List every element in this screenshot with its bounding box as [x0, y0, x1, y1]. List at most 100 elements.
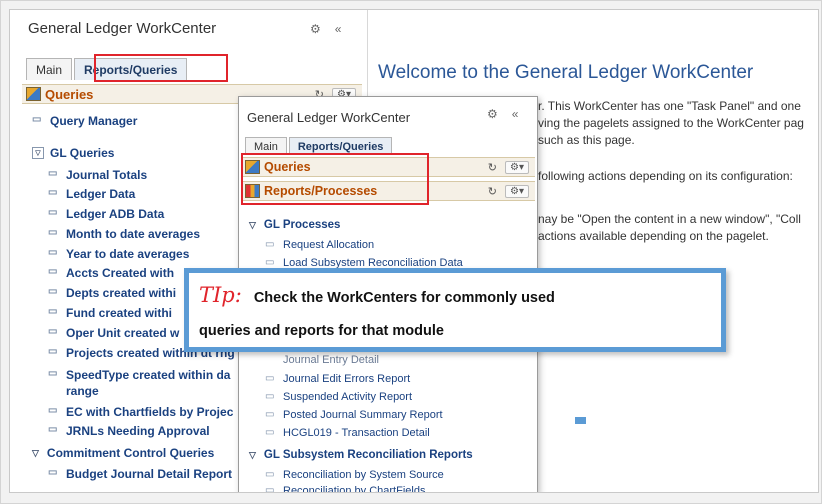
list-item[interactable]: ▭ Ledger Data [48, 187, 135, 201]
list-item[interactable]: ▭ EC with Chartfields by Projec [48, 405, 233, 419]
link-icon: ▭ [48, 346, 58, 357]
link-icon: ▭ [48, 326, 58, 337]
list-item[interactable]: ▭ Journal Totals [48, 168, 147, 182]
link-icon: ▭ [265, 391, 275, 402]
welcome-text: nay be "Open the content in a new window… [538, 212, 801, 226]
tip-line-2: queries and reports for that module [199, 323, 444, 339]
section-controls: ↻ ⚙▾ [488, 184, 535, 198]
gear-icon[interactable]: ⚙ [310, 22, 321, 36]
item-label: Reconciliation by System Source [283, 469, 444, 481]
double-chevron-left-icon[interactable]: « [512, 107, 519, 121]
link-icon: ▭ [48, 306, 58, 317]
item-label: EC with Chartfields by Projec [66, 405, 234, 419]
panel-title: General Ledger WorkCenter [28, 20, 217, 37]
tip-label: TIp: [199, 283, 242, 307]
link-icon: ▭ [48, 187, 58, 198]
list-item[interactable]: ▭ Depts created withi [48, 286, 176, 300]
tip-text: Check the WorkCenters for commonly used [253, 290, 555, 306]
welcome-text: ving the pagelets assigned to the WorkCe… [538, 116, 804, 130]
item-label: Year to date averages [66, 247, 190, 261]
item-label: Budget Journal Detail Report [66, 467, 233, 481]
link-icon: ▭ [48, 227, 58, 238]
link-icon: ▭ [48, 405, 58, 416]
welcome-text: following actions depending on its confi… [538, 169, 793, 183]
item-label: Accts Created with [66, 266, 175, 280]
list-item[interactable]: ▭ Query Manager [32, 114, 137, 128]
list-item[interactable]: ▭ Accts Created with [48, 266, 174, 280]
item-label: SpeedType created within da [66, 368, 231, 382]
item-label: Depts created withi [66, 286, 177, 300]
double-chevron-left-icon[interactable]: « [335, 22, 342, 36]
tip-line-1: TIp: Check the WorkCenters for commonly … [199, 283, 555, 307]
item-label: Fund created withi [66, 306, 173, 320]
group-label: GL Subsystem Reconciliation Reports [263, 449, 473, 461]
list-item[interactable]: ▭ Journal Edit Errors Report [265, 373, 410, 385]
item-label: Suspended Activity Report [283, 391, 413, 403]
link-icon: ▭ [265, 373, 275, 384]
link-icon: ▭ [265, 409, 275, 420]
group-label: GL Processes [263, 219, 341, 231]
collapse-toggle-icon[interactable]: ▽ [32, 147, 44, 159]
link-icon: ▭ [265, 239, 275, 250]
link-icon: ▭ [48, 168, 58, 179]
item-label: range [66, 384, 99, 398]
list-item[interactable]: ▭ Year to date averages [48, 247, 189, 261]
link-icon: ▭ [48, 266, 58, 277]
item-label: Posted Journal Summary Report [283, 409, 443, 421]
highlight-box-tab [94, 54, 228, 82]
list-item[interactable]: ▭ Oper Unit created w [48, 326, 179, 340]
link-icon: ▭ [265, 469, 275, 480]
tip-callout: TIp: Check the WorkCenters for commonly … [184, 268, 726, 352]
group-gl-processes[interactable]: ▽ GL Processes [249, 219, 340, 231]
list-item[interactable]: ▭ Month to date averages [48, 227, 200, 241]
gear-icon[interactable]: ⚙▾ [505, 184, 529, 198]
link-icon: ▭ [48, 467, 58, 478]
welcome-text: r. This WorkCenter has one "Task Panel" … [538, 99, 801, 113]
item-label: Request Allocation [283, 239, 375, 251]
item-label: Month to date averages [66, 227, 201, 241]
group-label: GL Queries [50, 146, 115, 160]
link-icon: ▭ [48, 424, 58, 435]
section-controls: ↻ ⚙▾ [488, 160, 535, 174]
highlight-box-sections [241, 153, 429, 205]
link-icon: ▭ [48, 247, 58, 258]
collapse-toggle-icon[interactable]: ▽ [249, 220, 256, 231]
list-item-continued[interactable]: range [66, 384, 99, 398]
list-item[interactable]: ▭ Reconciliation by ChartFields [265, 485, 425, 492]
item-label: Journal Edit Errors Report [283, 373, 411, 385]
list-item[interactable]: ▭ Request Allocation [265, 239, 374, 251]
welcome-text: such as this page. [538, 133, 635, 147]
collapse-toggle-icon[interactable]: ▽ [249, 450, 256, 461]
item-label: Ledger Data [66, 187, 136, 201]
list-item[interactable]: ▭ Suspended Activity Report [265, 391, 412, 403]
gear-icon[interactable]: ⚙▾ [505, 160, 529, 174]
group-gl-queries[interactable]: ▽ GL Queries [32, 146, 114, 160]
welcome-title: Welcome to the General Ledger WorkCenter [378, 62, 754, 83]
item-label: Oper Unit created w [66, 326, 180, 340]
panel-header-icons: ⚙ « [310, 22, 341, 36]
list-item[interactable]: ▭ Reconciliation by System Source [265, 469, 444, 481]
link-icon: ▭ [48, 286, 58, 297]
refresh-icon[interactable]: ↻ [488, 185, 497, 198]
welcome-text: actions available depending on the pagel… [538, 229, 769, 243]
item-label: HCGL019 - Transaction Detail [283, 427, 430, 439]
list-item[interactable]: ▭ Posted Journal Summary Report [265, 409, 443, 421]
list-item[interactable]: ▭ JRNLs Needing Approval [48, 424, 210, 438]
gear-icon[interactable]: ⚙ [487, 107, 498, 121]
list-item[interactable]: ▭ Fund created withi [48, 306, 172, 320]
group-commitment-control[interactable]: ▽ Commitment Control Queries [32, 446, 214, 460]
section-label: Queries [45, 86, 94, 102]
link-icon: ▭ [265, 427, 275, 438]
list-item[interactable]: ▭ Ledger ADB Data [48, 207, 164, 221]
screenshot-area: General Ledger WorkCenter ⚙ « Main Repor… [9, 9, 819, 493]
queries-icon [26, 87, 41, 101]
refresh-icon[interactable]: ↻ [488, 161, 497, 174]
tab-main[interactable]: Main [26, 58, 73, 80]
list-item[interactable]: ▭ SpeedType created within da [48, 368, 230, 382]
list-item[interactable]: ▭ Budget Journal Detail Report [48, 467, 232, 481]
list-item[interactable]: ▭ HCGL019 - Transaction Detail [265, 427, 430, 439]
group-gl-subsystem-reconciliation[interactable]: ▽ GL Subsystem Reconciliation Reports [249, 449, 473, 461]
link-icon: ▭ [265, 257, 275, 268]
list-item-partial[interactable]: Journal Entry Detail [283, 354, 379, 366]
collapse-toggle-icon[interactable]: ▽ [32, 448, 39, 459]
